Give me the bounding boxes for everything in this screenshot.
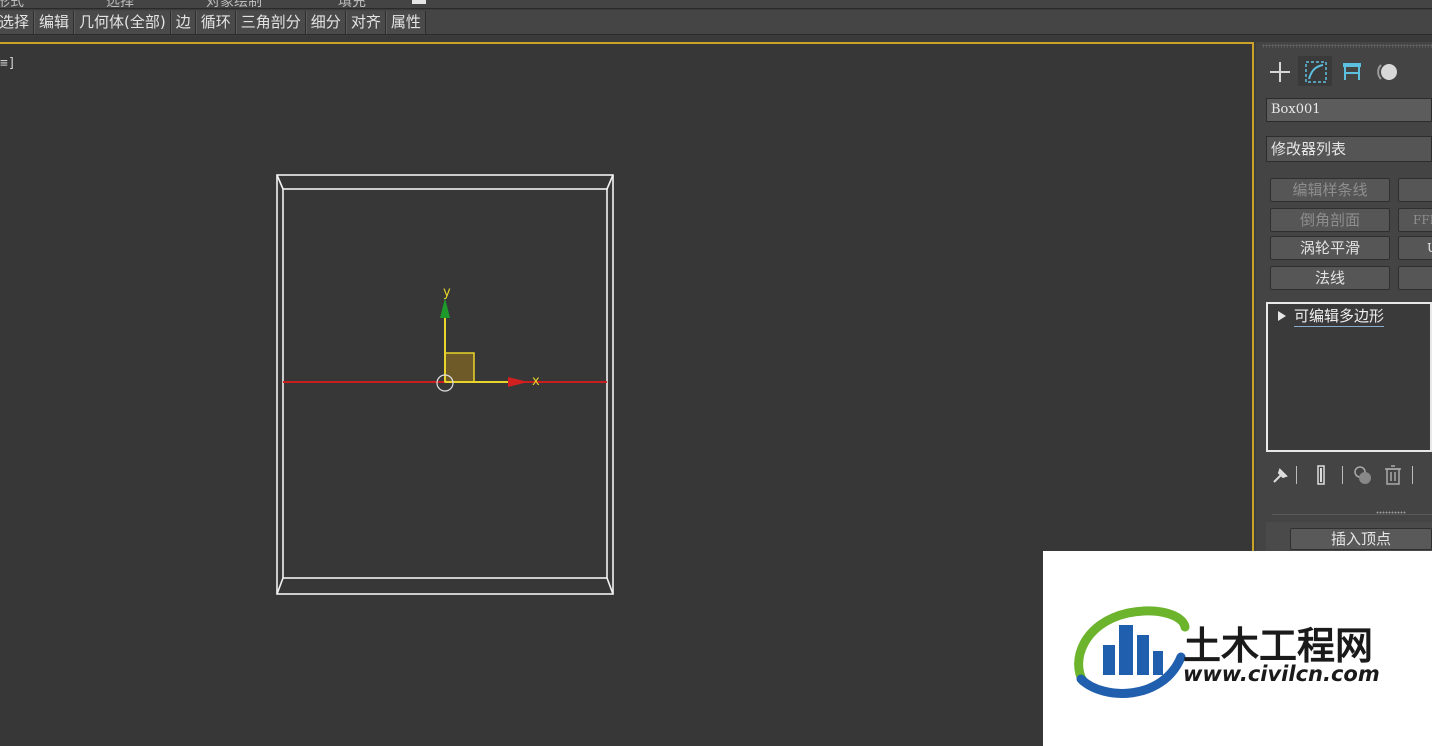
logo-building [1153, 651, 1163, 675]
edit-spline-button[interactable]: 编辑样条线 [1270, 178, 1390, 202]
modifier-stack[interactable]: 可编辑多边形 [1266, 302, 1432, 452]
modify-icon [1305, 61, 1327, 83]
motion-icon [1377, 64, 1397, 80]
modifier-list-dropdown[interactable]: 修改器列表 [1266, 136, 1432, 162]
ribbon-tab-select[interactable]: 选择 [106, 0, 134, 8]
command-panel-tabs [1262, 56, 1432, 88]
expand-triangle-icon[interactable] [1278, 311, 1286, 321]
box-corner-edge [276, 577, 284, 595]
civilcn-logo: 土木工程网 www.civilcn.com [1074, 606, 1380, 698]
box-wireframe [276, 174, 614, 595]
box-inner-edge [282, 188, 608, 579]
separator [1412, 466, 1413, 484]
box-corner-edge [276, 174, 284, 190]
watermark-logo: 土木工程网 www.civilcn.com [1043, 551, 1432, 746]
ffd-button[interactable]: FFD [1398, 208, 1432, 232]
separator [1342, 466, 1343, 484]
gizmo-y-label: y [443, 285, 451, 300]
menu-select[interactable]: 选择 [0, 10, 35, 34]
unwrap-button[interactable]: U [1398, 236, 1432, 260]
box-corner-edge [606, 174, 614, 190]
ribbon-marker [412, 0, 426, 4]
ribbon-tab-object-paint[interactable]: 对象绘制 [206, 0, 262, 8]
hierarchy-icon [1343, 63, 1361, 80]
modifier-button-hidden-1[interactable] [1398, 178, 1432, 202]
gizmo-x-label: x [532, 374, 540, 389]
menu-triangulate[interactable]: 三角剖分 [235, 10, 306, 34]
app-window: 形式 选择 对象绘制 填充 选择 编辑 几何体(全部) 边 循环 三角剖分 细分… [0, 0, 1432, 746]
menu-properties[interactable]: 属性 [385, 10, 426, 34]
pin-stack-icon[interactable] [1270, 464, 1292, 486]
separator [1296, 466, 1297, 484]
insert-vertex-button[interactable]: 插入顶点 [1290, 528, 1432, 550]
create-tab[interactable] [1262, 56, 1296, 86]
menu-edit[interactable]: 编辑 [34, 10, 75, 34]
motion-tab[interactable] [1370, 56, 1404, 86]
graphite-toolbar: 选择 编辑 几何体(全部) 边 循环 三角剖分 细分 对齐 属性 [0, 10, 1432, 35]
gizmo-plane-handle [444, 352, 475, 383]
stack-item-label: 可编辑多边形 [1294, 307, 1385, 327]
stack-toolbar [1266, 460, 1432, 490]
gizmo-x-arrow [508, 377, 528, 387]
logo-building [1137, 635, 1149, 675]
bevel-profile-button[interactable]: 倒角剖面 [1270, 208, 1390, 232]
show-end-result-icon[interactable] [1310, 464, 1332, 486]
stack-item-editable-poly[interactable]: 可编辑多边形 [1268, 306, 1432, 327]
ribbon-partial-row: 形式 选择 对象绘制 填充 [0, 0, 1432, 9]
hierarchy-tab[interactable] [1334, 56, 1368, 86]
transform-gizmo: y x [436, 285, 540, 392]
menu-edge[interactable]: 边 [170, 10, 196, 34]
box-outer-edge [276, 174, 614, 595]
object-name-field[interactable]: Box001 [1266, 98, 1432, 122]
gizmo-y-arrow [440, 298, 450, 318]
ribbon-tab-form[interactable]: 形式 [0, 0, 24, 8]
menu-align[interactable]: 对齐 [345, 10, 386, 34]
make-unique-icon[interactable] [1352, 464, 1374, 486]
normal-button[interactable]: 法线 [1270, 266, 1390, 290]
logo-url: www.civilcn.com [1183, 662, 1380, 686]
rollout-grip[interactable] [1376, 511, 1406, 514]
panel-grip[interactable] [1262, 44, 1432, 48]
rollout-divider [1272, 514, 1432, 515]
modify-tab[interactable] [1298, 56, 1332, 86]
menu-subdivide[interactable]: 细分 [305, 10, 346, 34]
ribbon-tab-fill[interactable]: 填充 [338, 0, 366, 8]
menu-geometry-all[interactable]: 几何体(全部) [74, 10, 171, 34]
box-corner-edge [606, 577, 614, 595]
logo-building [1119, 625, 1133, 675]
plus-icon [1270, 62, 1290, 82]
turbosmooth-button[interactable]: 涡轮平滑 [1270, 236, 1390, 260]
modifier-button-hidden-2[interactable] [1398, 266, 1432, 290]
remove-modifier-icon[interactable] [1382, 464, 1404, 486]
menu-loop[interactable]: 循环 [195, 10, 236, 34]
logo-building [1103, 645, 1115, 675]
